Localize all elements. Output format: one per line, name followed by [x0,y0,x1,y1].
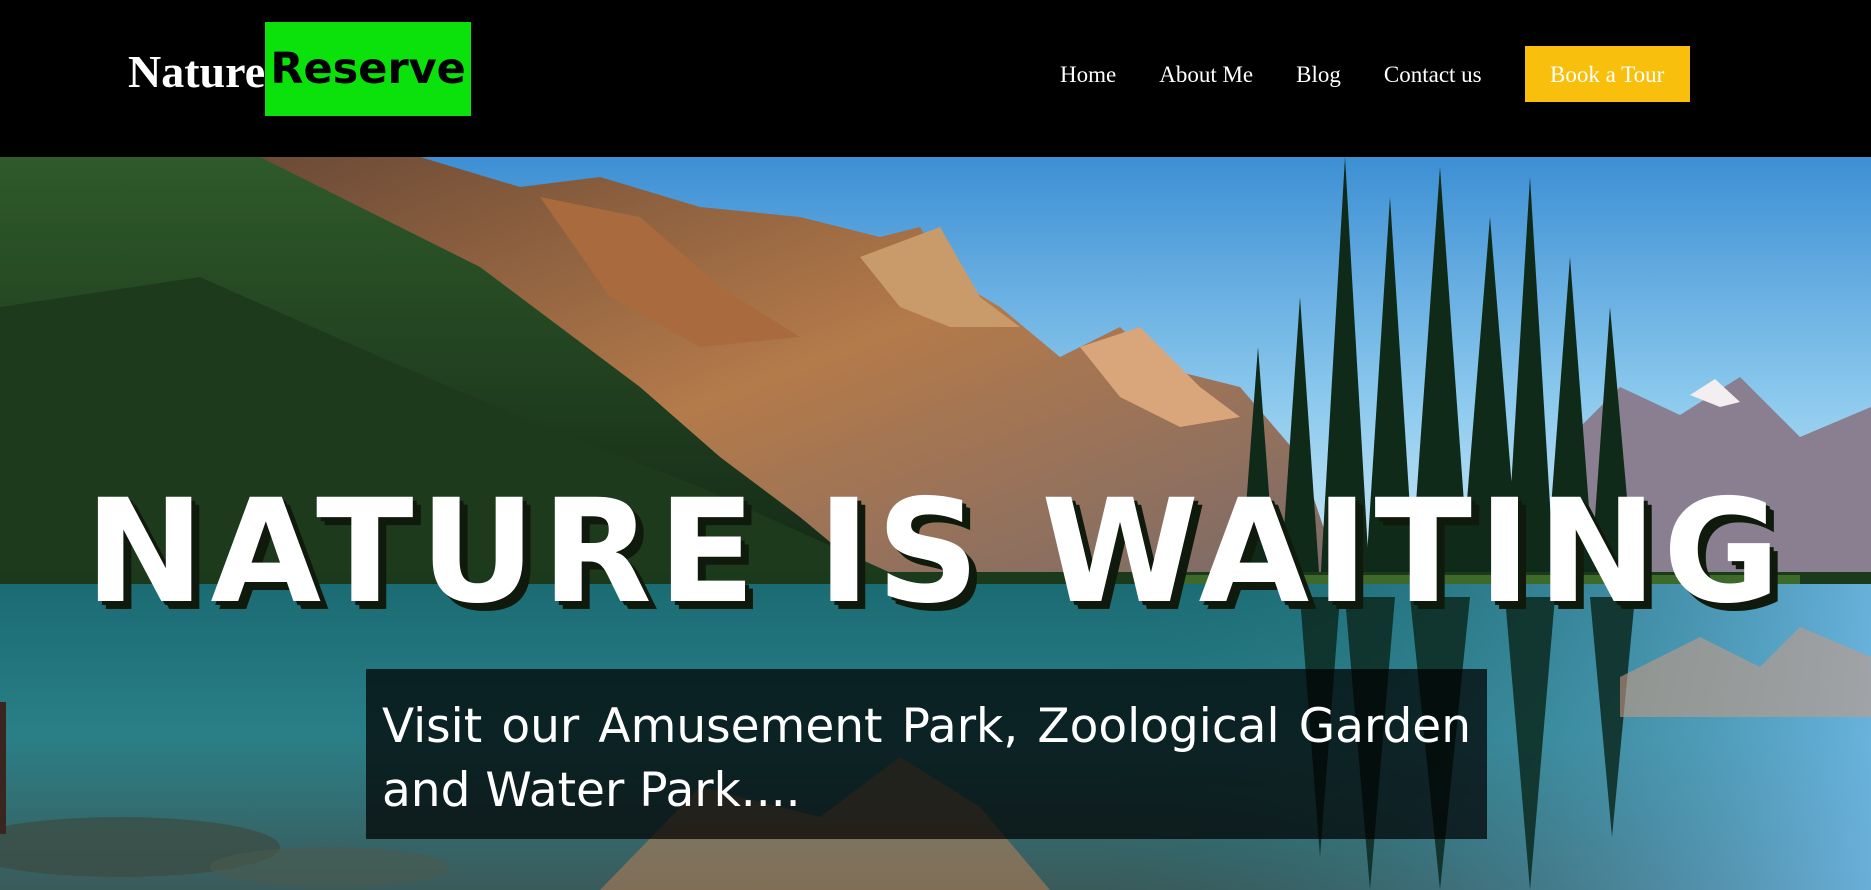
nav-link-home[interactable]: Home [1060,63,1116,86]
hero-headline: NATURE IS WAITING [84,467,1787,635]
nav-link-blog[interactable]: Blog [1296,63,1341,86]
nav-link-contact-us[interactable]: Contact us [1384,63,1482,86]
page: Nature Reserve Home About Me Blog Contac… [0,0,1871,890]
logo-word-reserve: Reserve [265,22,472,116]
tagline-box: Visit our Amusement Park, Zoological Gar… [366,669,1487,839]
book-a-tour-button[interactable]: Book a Tour [1524,46,1690,102]
main-nav: Home About Me Blog Contact us Book a Tou… [1060,46,1690,102]
logo-word-nature: Nature [128,46,266,97]
site-header: Nature Reserve Home About Me Blog Contac… [0,0,1871,157]
logo[interactable]: Nature Reserve [128,22,472,116]
side-tab[interactable] [0,702,6,834]
hero-tagline: Visit our Amusement Park, Zoological Gar… [382,699,1471,818]
nav-link-about-me[interactable]: About Me [1159,63,1253,86]
hero-section: NATURE IS WAITING Visit our Amusement Pa… [0,157,1871,890]
